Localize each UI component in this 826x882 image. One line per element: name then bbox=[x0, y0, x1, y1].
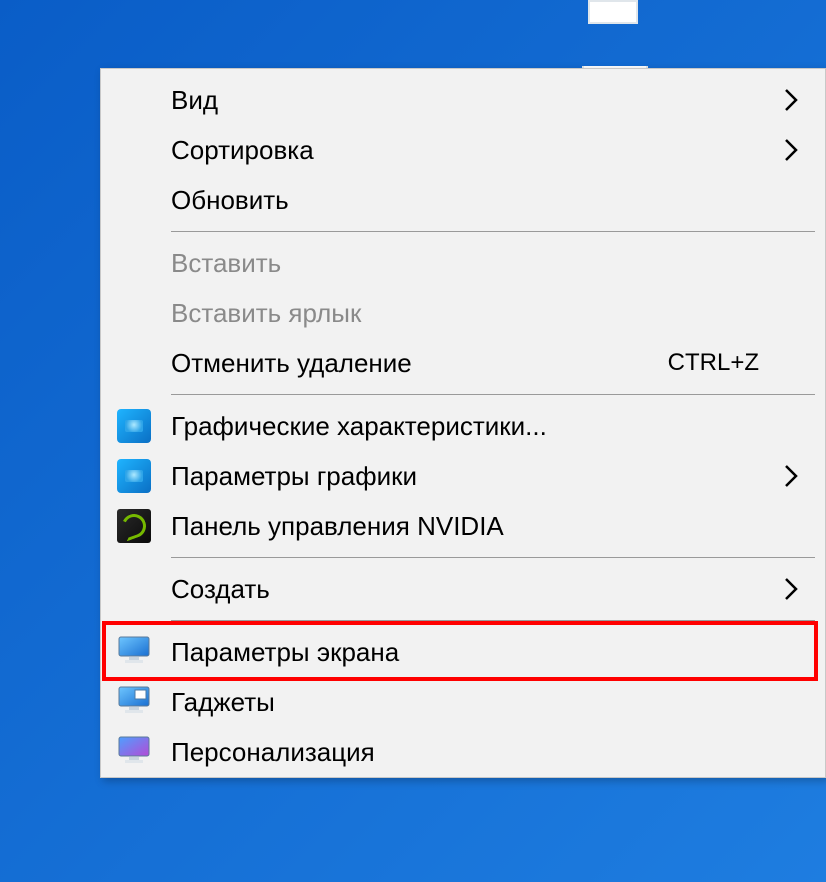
menu-item-new[interactable]: Создать bbox=[101, 564, 825, 614]
menu-item-paste: Вставить bbox=[101, 238, 825, 288]
menu-item-undo-delete[interactable]: Отменить удалениеCTRL+Z bbox=[101, 338, 825, 388]
menu-item-graphics-props[interactable]: Графические характеристики... bbox=[101, 401, 825, 451]
menu-item-personalize[interactable]: Персонализация bbox=[101, 727, 825, 777]
chevron-right-icon bbox=[777, 464, 805, 488]
intel-icon bbox=[117, 409, 151, 443]
gadgets-icon bbox=[117, 682, 151, 723]
menu-separator bbox=[171, 394, 815, 395]
desktop-icon-fragment bbox=[588, 0, 638, 24]
menu-item-paste-shortcut: Вставить ярлык bbox=[101, 288, 825, 338]
menu-item-label: Создать bbox=[171, 574, 777, 605]
menu-item-label: Параметры экрана bbox=[171, 637, 777, 668]
menu-item-shortcut: CTRL+Z bbox=[668, 349, 777, 377]
menu-item-label: Вид bbox=[171, 85, 777, 116]
personalize-icon bbox=[117, 732, 151, 773]
menu-separator bbox=[171, 620, 815, 621]
menu-item-label: Графические характеристики... bbox=[171, 411, 777, 442]
monitor-icon bbox=[117, 632, 151, 673]
menu-item-label: Отменить удаление bbox=[171, 348, 668, 379]
menu-item-display-settings[interactable]: Параметры экрана bbox=[101, 627, 825, 677]
menu-item-view[interactable]: Вид bbox=[101, 75, 825, 125]
chevron-right-icon bbox=[777, 88, 805, 112]
menu-item-gadgets[interactable]: Гаджеты bbox=[101, 677, 825, 727]
menu-item-refresh[interactable]: Обновить bbox=[101, 175, 825, 225]
menu-item-label: Персонализация bbox=[171, 737, 777, 768]
desktop-context-menu: Вид Сортировка Обновить Вставить Вставить яр… bbox=[100, 68, 826, 778]
nvidia-icon bbox=[117, 509, 151, 543]
menu-separator bbox=[171, 557, 815, 558]
menu-item-nvidia-panel[interactable]: Панель управления NVIDIA bbox=[101, 501, 825, 551]
chevron-right-icon bbox=[777, 138, 805, 162]
menu-item-sort[interactable]: Сортировка bbox=[101, 125, 825, 175]
menu-separator bbox=[171, 231, 815, 232]
menu-item-label: Параметры графики bbox=[171, 461, 777, 492]
menu-item-label: Обновить bbox=[171, 185, 777, 216]
intel-icon bbox=[117, 459, 151, 493]
chevron-right-icon bbox=[777, 577, 805, 601]
menu-item-label: Вставить bbox=[171, 248, 777, 279]
menu-item-label: Вставить ярлык bbox=[171, 298, 777, 329]
menu-item-label: Панель управления NVIDIA bbox=[171, 511, 777, 542]
menu-item-label: Сортировка bbox=[171, 135, 777, 166]
menu-item-label: Гаджеты bbox=[171, 687, 777, 718]
menu-item-graphics-options[interactable]: Параметры графики bbox=[101, 451, 825, 501]
